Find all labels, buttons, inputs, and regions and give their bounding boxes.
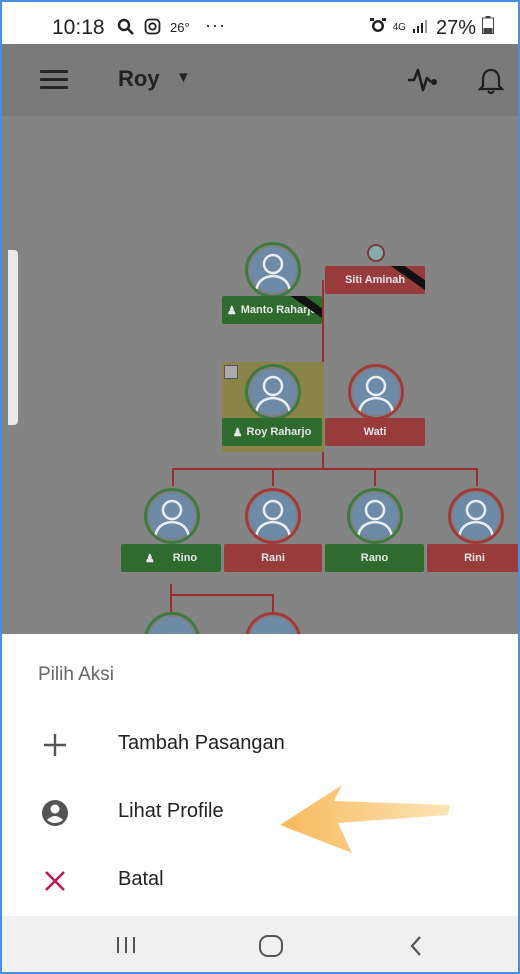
tree-line <box>322 280 324 362</box>
avatar[interactable] <box>144 488 200 544</box>
tree-line <box>172 468 478 470</box>
tree-line <box>374 468 376 486</box>
action-label: Batal <box>118 868 164 890</box>
chevron-down-icon[interactable]: ▼ <box>176 69 191 86</box>
recent-apps-icon[interactable] <box>114 934 138 961</box>
person-name: Rano <box>360 552 389 564</box>
system-nav-bar <box>2 916 518 972</box>
tree-line <box>322 452 324 468</box>
sheet-title: Pilih Aksi <box>38 664 115 685</box>
phone-screen: 10:18 26° ··· 4G 27% Roy ▼ ♟ Manto Rahar… <box>0 0 520 974</box>
temperature: 26° <box>170 20 190 35</box>
app-bar: Roy ▼ <box>2 44 518 116</box>
avatar[interactable] <box>245 364 301 420</box>
close-icon <box>40 866 70 896</box>
person-name: Siti Aminah <box>344 274 406 286</box>
avatar[interactable] <box>144 612 200 634</box>
photo-icon <box>367 244 385 262</box>
tree-line <box>272 594 274 614</box>
person-icon: ♟ <box>144 552 155 565</box>
status-right-cluster: 4G 27% <box>369 16 494 40</box>
person-name: Rini <box>464 552 485 564</box>
account-circle-icon <box>40 798 70 828</box>
family-tree-canvas[interactable]: ♟ Manto Raharjo Siti Aminah ♟ Roy Raharj… <box>2 116 518 634</box>
action-label: Tambah Pasangan <box>118 732 285 754</box>
back-icon[interactable] <box>408 934 424 963</box>
tree-line <box>172 468 174 486</box>
person-name: Rino <box>172 552 198 564</box>
tree-line <box>170 594 274 596</box>
avatar[interactable] <box>448 488 504 544</box>
person-card[interactable]: ♟ Rino <box>121 544 221 572</box>
avatar[interactable] <box>347 488 403 544</box>
person-name: Wati <box>363 426 387 438</box>
battery-percent: 27% <box>435 16 476 39</box>
instagram-icon <box>144 18 161 40</box>
person-square-icon <box>224 365 238 379</box>
tree-line <box>170 594 172 614</box>
avatar[interactable] <box>348 364 404 420</box>
hamburger-menu-icon[interactable] <box>40 70 68 90</box>
person-card[interactable]: ♟ Roy Raharjo <box>222 418 322 446</box>
person-card[interactable]: Rani <box>224 544 322 572</box>
person-card[interactable]: ♟ Manto Raharjo <box>222 296 322 324</box>
tree-line <box>476 468 478 486</box>
page-title[interactable]: Roy <box>118 66 160 92</box>
annotation-arrow-icon <box>272 767 462 862</box>
person-icon: ♟ <box>232 426 243 439</box>
avatar[interactable] <box>245 488 301 544</box>
avatar[interactable] <box>245 612 301 634</box>
home-icon[interactable] <box>258 934 284 963</box>
signal-icon <box>412 17 430 40</box>
battery-icon <box>482 16 494 40</box>
alarm-icon <box>369 16 387 40</box>
person-card[interactable]: Wati <box>325 418 425 446</box>
status-bar: 10:18 26° ··· 4G 27% <box>2 2 518 44</box>
avatar[interactable] <box>245 242 301 298</box>
drawer-handle[interactable] <box>8 250 18 425</box>
clock: 10:18 <box>52 16 105 39</box>
network-type: 4G <box>392 22 406 33</box>
plus-icon <box>40 730 70 760</box>
person-name: Rani <box>261 552 285 564</box>
pulse-icon[interactable] <box>406 66 440 94</box>
action-label: Lihat Profile <box>118 800 224 822</box>
search-icon <box>117 18 135 41</box>
person-card[interactable]: Siti Aminah <box>325 266 425 294</box>
tree-line <box>272 468 274 486</box>
person-name: Roy Raharjo <box>246 426 312 438</box>
bell-icon[interactable] <box>476 66 506 96</box>
person-icon: ♟ <box>226 304 237 317</box>
person-card[interactable]: Rini <box>427 544 518 572</box>
more-notifications: ··· <box>205 15 226 35</box>
person-card[interactable]: Rano <box>325 544 424 572</box>
